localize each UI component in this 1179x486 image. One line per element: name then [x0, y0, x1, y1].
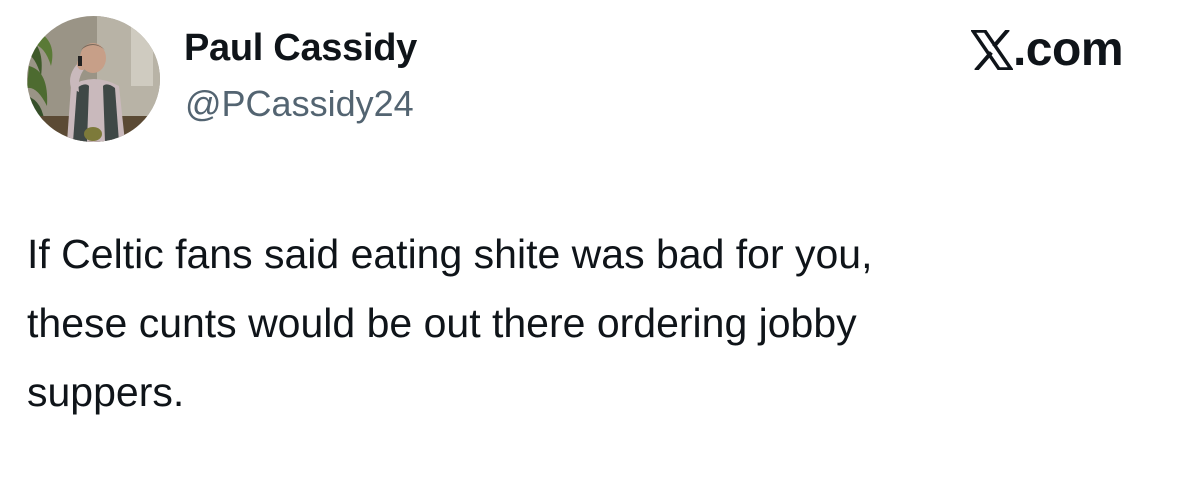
- x-com-brand: .com: [970, 23, 1124, 76]
- tweet-line: these cunts would be out there ordering …: [27, 300, 857, 346]
- brand-domain-text: .com: [1012, 23, 1124, 76]
- tweet-card: Paul Cassidy @PCassidy24 .com If Celtic …: [0, 0, 1179, 486]
- tweet-body: If Celtic fans said eating shite was bad…: [27, 220, 1147, 427]
- tweet-line: If Celtic fans said eating shite was bad…: [27, 231, 873, 277]
- avatar[interactable]: [27, 16, 160, 142]
- author-display-name[interactable]: Paul Cassidy: [184, 24, 417, 72]
- avatar-image: [27, 16, 160, 142]
- author-handle[interactable]: @PCassidy24: [185, 82, 414, 126]
- x-logo-icon: [970, 30, 1013, 70]
- tweet-line: suppers.: [27, 369, 185, 415]
